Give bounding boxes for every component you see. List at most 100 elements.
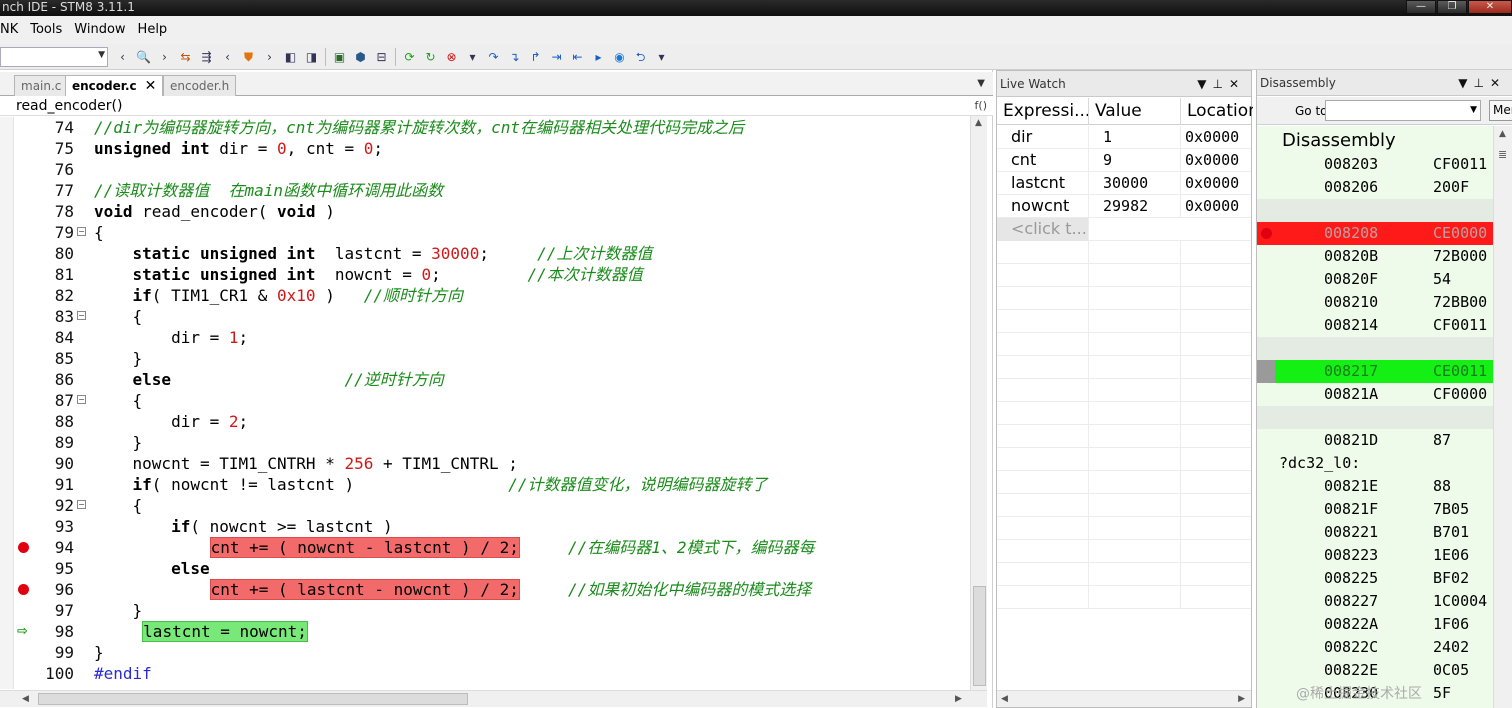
reset-icon[interactable]: ⮌ (632, 48, 650, 66)
watch-row[interactable]: cnt 9 0x0000 (997, 149, 1251, 172)
disassembly-source-row[interactable] (1257, 199, 1493, 222)
code-line[interactable]: 82 if( TIM1_CR1 & 0x10 ) //顺时针方向 (0, 285, 970, 306)
menu-window[interactable]: Window (68, 16, 131, 44)
editor-hscroll-thumb[interactable] (38, 693, 468, 705)
code-line[interactable]: 80 static unsigned int lastcnt = 30000; … (0, 243, 970, 264)
code-line[interactable]: 91 if( nowcnt != lastcnt ) //计数器值变化，说明编码… (0, 474, 970, 495)
editor-scroll-thumb[interactable] (973, 586, 986, 686)
code-line[interactable]: 99} (0, 642, 970, 663)
close-icon[interactable]: ✕ (1229, 77, 1245, 91)
code-line[interactable]: 92− { (0, 495, 970, 516)
nav-forward-icon[interactable]: › (156, 48, 174, 66)
disassembly-row[interactable]: 00822C 2402 (1257, 636, 1493, 659)
step-out-icon[interactable]: ↱ (527, 48, 545, 66)
disassembly-source-row[interactable] (1257, 406, 1493, 429)
run-to-cursor-icon[interactable]: ⇤ (569, 48, 587, 66)
nav-back-icon[interactable]: ‹ (114, 48, 132, 66)
scroll-up-icon[interactable]: ▲ (975, 118, 982, 128)
code-line[interactable]: 76 (0, 159, 970, 180)
tab-encoder-h[interactable]: encoder.h (163, 75, 237, 96)
disassembly-row[interactable]: 00822E 0C05 (1257, 659, 1493, 682)
chevron-down-icon[interactable]: ▼ (1458, 76, 1473, 90)
close-icon[interactable]: ✕ (1490, 76, 1506, 90)
disassembly-row[interactable]: 008203 CF0011 (1257, 153, 1493, 176)
disassembly-row[interactable]: 00821E 88 (1257, 475, 1493, 498)
bookmark-shield-icon[interactable]: ⛊ (240, 48, 258, 66)
toolbar-options-icon[interactable]: ▾ (464, 48, 482, 66)
debug-no-download-icon[interactable]: ↻ (422, 48, 440, 66)
disassembly-row[interactable]: 008223 1E06 (1257, 544, 1493, 567)
menu-help[interactable]: Help (132, 16, 174, 44)
disassembly-row[interactable]: 008227 1C0004 (1257, 590, 1493, 613)
code-line[interactable]: 97 } (0, 600, 970, 621)
add-expression-input[interactable]: <click t... (997, 218, 1089, 241)
disassembly-row[interactable]: 008210 72BB00 (1257, 291, 1493, 314)
tab-encoder-c[interactable]: encoder.c ✕ (65, 75, 164, 97)
code-line[interactable]: 74 //dir为编码器旋转方向，cnt为编码器累计旋转次数，cnt在编码器相关处… (0, 117, 970, 138)
watch-row[interactable]: lastcnt 30000 0x0000 (997, 172, 1251, 195)
disassembly-vertical-scrollbar[interactable]: ▲ ≣ (1493, 126, 1512, 708)
minimize-button[interactable]: — (1406, 0, 1436, 14)
code-line[interactable]: 88 dir = 2; (0, 411, 970, 432)
disassembly-row[interactable]: 00820B 72B000 (1257, 245, 1493, 268)
chevron-down-icon[interactable]: ▼ (1470, 101, 1477, 120)
chevron-down-icon[interactable]: ▼ (1197, 77, 1212, 91)
disassembly-row[interactable]: 00821D 87 (1257, 429, 1493, 452)
watch-add-row[interactable]: <click t... (997, 218, 1251, 241)
pin-icon[interactable]: ⊥ (1212, 77, 1228, 91)
code-line[interactable]: 78 void read_encoder( void ) (0, 201, 970, 222)
code-line[interactable]: ⇨ 98 lastcnt = nowcnt; (0, 621, 970, 642)
code-line[interactable]: 93 if( nowcnt >= lastcnt ) (0, 516, 970, 537)
prev-bookmark-icon[interactable]: ‹ (219, 48, 237, 66)
disassembly-row[interactable]: 008225 BF02 (1257, 567, 1493, 590)
compile-icon[interactable]: ▣ (331, 48, 349, 66)
disassembly-row[interactable]: 008206 200F (1257, 176, 1493, 199)
maximize-button[interactable]: ❐ (1437, 0, 1467, 14)
editor-horizontal-scrollbar[interactable]: ◀ ▶ (0, 690, 987, 707)
close-button[interactable]: ✕ (1468, 0, 1512, 14)
function-dropdown[interactable]: read_encoder() f() (0, 96, 993, 116)
download-debug-icon[interactable]: ⟳ (401, 48, 419, 66)
disassembly-row[interactable]: 00821A CF0000 (1257, 383, 1493, 406)
code-line[interactable]: 90 nowcnt = TIM1_CNTRH * 256 + TIM1_CNTR… (0, 453, 970, 474)
scroll-right-icon[interactable]: ▶ (1238, 694, 1245, 704)
code-line[interactable]: 95 else (0, 558, 970, 579)
function-list-icon[interactable]: f() (975, 96, 987, 116)
search-icon[interactable]: 🔍 (135, 48, 153, 66)
scroll-left-icon[interactable]: ◀ (22, 694, 29, 704)
disassembly-listing[interactable]: Disassembly 008203 CF0011 008206 200F 008208… (1257, 126, 1493, 708)
column-location[interactable]: Location (1181, 98, 1253, 125)
next-bookmark-icon[interactable]: › (261, 48, 279, 66)
menu-project[interactable]: NK (0, 16, 24, 44)
go-icon[interactable]: ▸ (590, 48, 608, 66)
stop-debug-icon[interactable]: ⊗ (443, 48, 461, 66)
code-line[interactable]: 84 dir = 1; (0, 327, 970, 348)
watch-row[interactable]: nowcnt 29982 0x0000 (997, 195, 1251, 218)
watch-horizontal-scrollbar[interactable]: ◀ ▶ (997, 690, 1251, 707)
toolbar-options-icon[interactable]: ▾ (653, 48, 671, 66)
disassembly-source-row[interactable] (1257, 337, 1493, 360)
step-over-icon[interactable]: ↷ (485, 48, 503, 66)
column-value[interactable]: Value (1089, 98, 1181, 125)
step-into-icon[interactable]: ↴ (506, 48, 524, 66)
close-icon[interactable]: ✕ (145, 78, 157, 94)
scroll-grip-icon[interactable]: ≣ (1498, 148, 1507, 161)
code-line[interactable]: 94 cnt += ( nowcnt - lastcnt ) / 2; //在编… (0, 537, 970, 558)
code-line[interactable]: 75 unsigned int dir = 0, cnt = 0; (0, 138, 970, 159)
disassembly-row[interactable]: 00820F 54 (1257, 268, 1493, 291)
navigate-back-icon[interactable]: ◧ (282, 48, 300, 66)
code-line[interactable]: 87− { (0, 390, 970, 411)
code-line[interactable]: 86 else //逆时针方向 (0, 369, 970, 390)
watch-row[interactable]: dir 1 0x0000 (997, 126, 1251, 149)
code-line[interactable]: 83− { (0, 306, 970, 327)
breakpoint-icon[interactable] (1261, 228, 1272, 239)
stop-build-icon[interactable]: ⊟ (373, 48, 391, 66)
code-line[interactable]: 81 static unsigned int nowcnt = 0; //本次计… (0, 264, 970, 285)
disassembly-row[interactable]: 008221 B701 (1257, 521, 1493, 544)
memory-button[interactable]: Mem (1489, 100, 1512, 121)
disassembly-row[interactable]: 008208 CE0000 (1257, 222, 1493, 245)
tab-main-c[interactable]: main.c (14, 75, 69, 96)
code-line[interactable]: 79−{ (0, 222, 970, 243)
disassembly-row[interactable]: 00822A 1F06 (1257, 613, 1493, 636)
pin-icon[interactable]: ⊥ (1473, 76, 1489, 90)
